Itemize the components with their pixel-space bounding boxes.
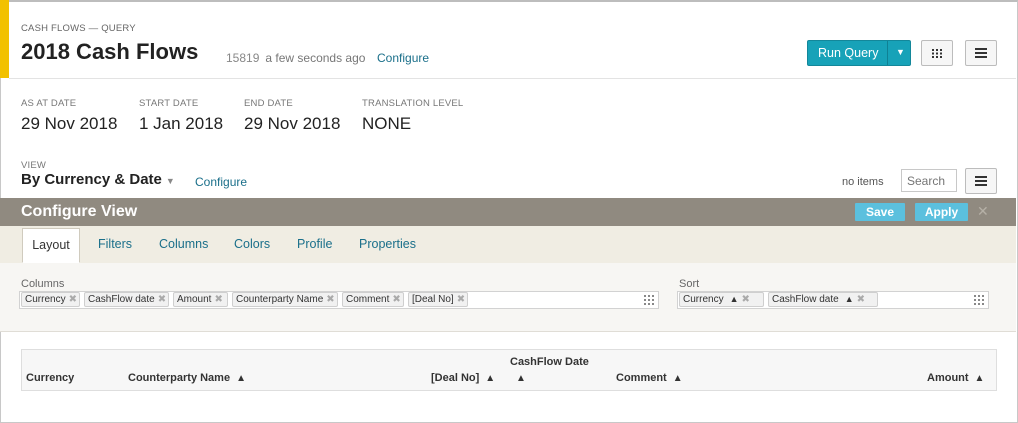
remove-icon[interactable]: ✖: [69, 294, 77, 305]
sort-ascending-icon[interactable]: ▲: [730, 294, 739, 304]
remove-icon[interactable]: ✖: [392, 294, 400, 305]
header-divider: [9, 78, 1016, 79]
column-header-cashflow-date[interactable]: CashFlow Date: [510, 356, 589, 368]
param-value-translation-level[interactable]: NONE: [362, 114, 411, 134]
tab-strip: [0, 226, 1016, 264]
chevron-down-icon[interactable]: ▼: [896, 47, 905, 57]
query-id: 15819: [226, 51, 260, 65]
column-chip[interactable]: Comment ✖: [342, 292, 404, 307]
remove-icon[interactable]: ✖: [457, 294, 465, 305]
tab-filters[interactable]: Filters: [98, 237, 132, 251]
configure-view-link[interactable]: Configure: [195, 175, 247, 189]
sort-chip[interactable]: Currency ▲ ✖: [679, 292, 764, 307]
column-chip[interactable]: Currency ✖: [21, 292, 80, 307]
columns-label: Columns: [21, 278, 65, 290]
sort-ascending-icon[interactable]: ▲: [516, 372, 526, 384]
param-value-start-date[interactable]: 1 Jan 2018: [139, 114, 223, 134]
param-label-end-date: END DATE: [244, 98, 293, 109]
remove-icon[interactable]: ✖: [857, 294, 865, 305]
tab-layout[interactable]: Layout: [22, 228, 80, 263]
tab-colors[interactable]: Colors: [234, 237, 270, 251]
remove-icon[interactable]: ✖: [326, 294, 334, 305]
grid-icon: [932, 49, 942, 58]
hamburger-icon: [975, 176, 987, 186]
column-header-comment[interactable]: Comment ▲: [616, 372, 683, 384]
sort-chip[interactable]: CashFlow date ▲ ✖: [768, 292, 878, 307]
item-count: no items: [842, 176, 884, 188]
updated-time: a few seconds ago: [265, 51, 366, 65]
param-label-as-at-date: AS AT DATE: [21, 98, 77, 109]
accent-stripe: [0, 0, 9, 78]
search-input[interactable]: [901, 169, 957, 192]
drag-handle-icon[interactable]: [974, 295, 984, 305]
sort-label: Sort: [679, 278, 700, 290]
query-meta: 15819 a few seconds ago: [226, 51, 365, 65]
save-button[interactable]: Save: [855, 203, 905, 221]
run-query-button[interactable]: Run Query ▼: [807, 40, 911, 66]
sort-ascending-icon[interactable]: ▲: [845, 294, 854, 304]
run-query-label: Run Query: [818, 46, 879, 60]
run-query-divider: [887, 41, 888, 65]
configure-query-link[interactable]: Configure: [377, 51, 429, 65]
sort-ascending-icon[interactable]: ▲: [975, 373, 985, 384]
sort-ascending-icon[interactable]: ▲: [485, 373, 495, 384]
param-value-end-date[interactable]: 29 Nov 2018: [244, 114, 340, 134]
sort-ascending-icon[interactable]: ▲: [673, 373, 683, 384]
apply-button[interactable]: Apply: [915, 203, 968, 221]
close-icon[interactable]: ✕: [977, 203, 989, 220]
results-table-header: [21, 349, 997, 391]
remove-icon[interactable]: ✖: [158, 294, 166, 305]
column-chip[interactable]: Counterparty Name ✖: [232, 292, 338, 307]
grid-view-button[interactable]: [921, 40, 953, 66]
configure-view-title: Configure View: [21, 203, 138, 220]
column-header-currency[interactable]: Currency: [26, 372, 74, 384]
param-label-translation-level: TRANSLATION LEVEL: [362, 98, 464, 109]
tab-properties[interactable]: Properties: [359, 237, 416, 251]
param-label-start-date: START DATE: [139, 98, 199, 109]
remove-icon[interactable]: ✖: [214, 294, 222, 305]
remove-icon[interactable]: ✖: [742, 294, 750, 305]
column-chip[interactable]: [Deal No] ✖: [408, 292, 468, 307]
view-label: VIEW: [21, 160, 47, 171]
column-header-amount[interactable]: Amount ▲: [927, 372, 984, 384]
drag-handle-icon[interactable]: [644, 295, 654, 305]
view-selector[interactable]: By Currency & Date ▼: [21, 171, 175, 188]
header-menu-button[interactable]: [965, 40, 997, 66]
tab-profile[interactable]: Profile: [297, 237, 332, 251]
column-chip[interactable]: Amount ✖: [173, 292, 228, 307]
chevron-down-icon: ▼: [165, 176, 175, 186]
hamburger-icon: [975, 48, 987, 58]
view-menu-button[interactable]: [965, 168, 997, 194]
column-header-deal-no[interactable]: [Deal No] ▲: [431, 372, 495, 384]
column-header-counterparty-name[interactable]: Counterparty Name ▲: [128, 372, 246, 384]
breadcrumb: CASH FLOWS — QUERY: [21, 23, 136, 34]
page-title: 2018 Cash Flows: [21, 39, 199, 64]
column-chip[interactable]: CashFlow date ✖: [84, 292, 169, 307]
sort-ascending-icon[interactable]: ▲: [236, 373, 246, 384]
param-value-as-at-date[interactable]: 29 Nov 2018: [21, 114, 117, 134]
tab-columns[interactable]: Columns: [159, 237, 208, 251]
view-name: By Currency & Date: [21, 171, 162, 188]
